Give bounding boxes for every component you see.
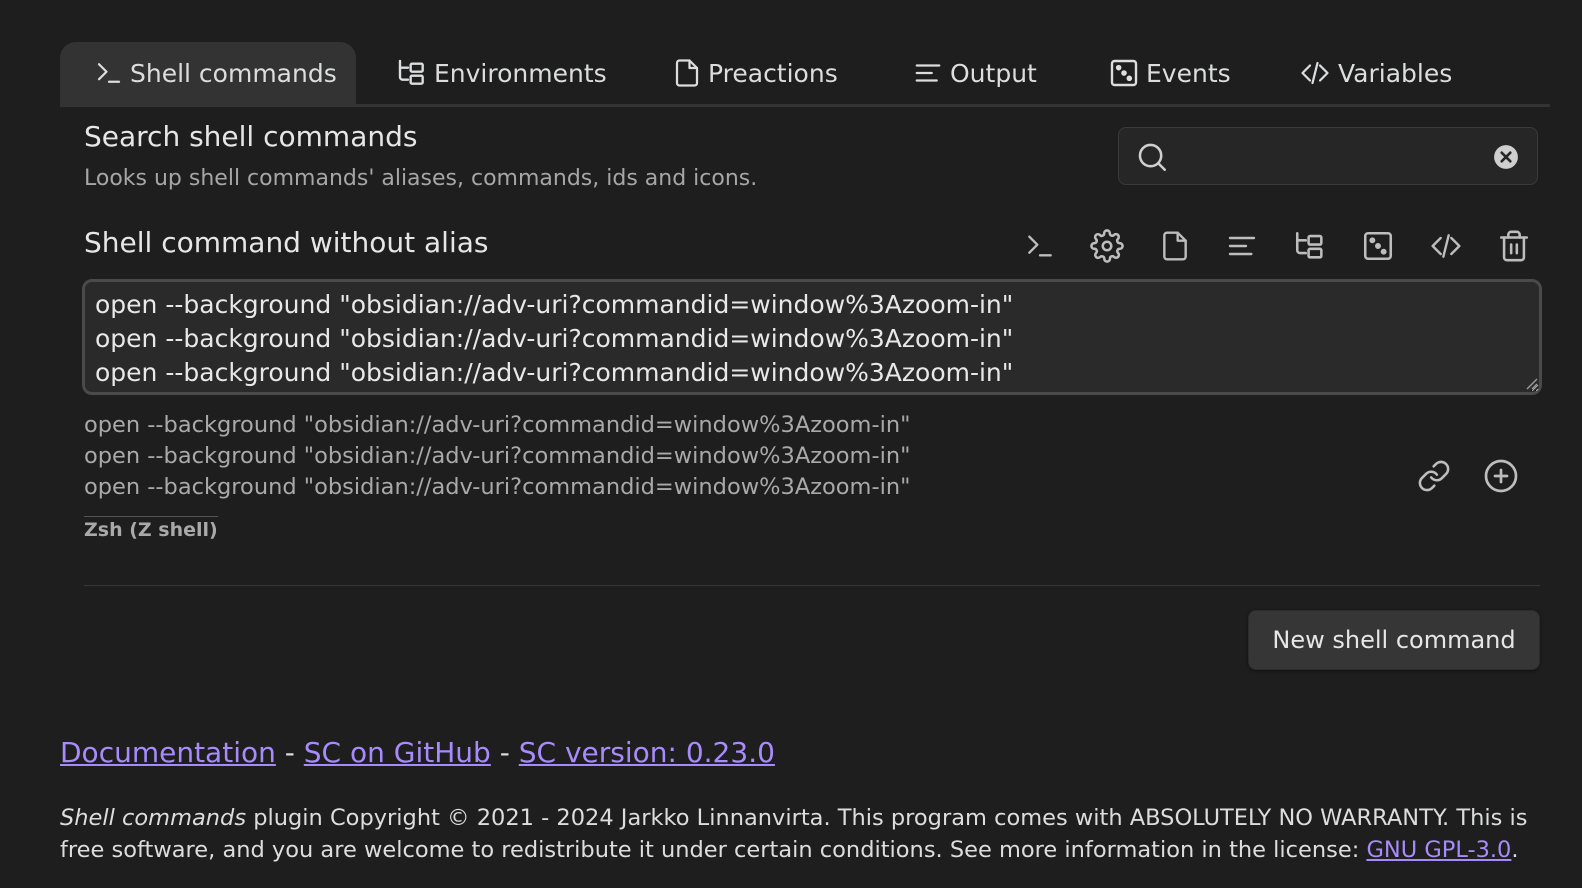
tab-shell-commands[interactable]: Shell commands [60,42,356,104]
shell-name-label: Zsh (Z shell) [84,516,218,541]
file-icon [672,57,702,89]
shell-command-textarea[interactable]: open --background "obsidian://adv-uri?co… [82,279,1542,395]
footer-links: Documentation - SC on GitHub - SC versio… [60,736,775,769]
command-toolbar [0,226,1582,266]
clear-search-icon[interactable] [1493,144,1519,170]
command-preview-line: open --background "obsidian://adv-uri?co… [84,412,911,438]
divider [84,585,1540,586]
tab-label: Shell commands [130,58,337,88]
terminal-icon[interactable] [1020,226,1060,266]
link-icon[interactable] [1414,456,1454,496]
dice-icon [1108,57,1140,89]
link-separator: - [499,736,510,769]
license-link[interactable]: GNU GPL-3.0 [1366,837,1511,863]
search-input[interactable] [1179,138,1483,176]
plus-circle-icon[interactable] [1481,456,1521,496]
tab-environments[interactable]: Environments [356,42,632,104]
folder-tree-icon[interactable] [1290,226,1330,266]
plugin-name: Shell commands [60,805,247,831]
tab-events[interactable]: Events [1068,42,1258,104]
search-setting-title: Search shell commands [84,120,418,153]
documentation-link[interactable]: Documentation [60,736,276,769]
tab-output[interactable]: Output [872,42,1068,104]
tab-label: Preactions [708,58,838,88]
align-left-icon[interactable] [1222,226,1262,266]
resize-grip-icon[interactable] [1526,378,1538,390]
footer-end: . [1511,837,1519,863]
copyright-text: plugin Copyright © 2021 - 2024 Jarkko Li… [60,805,1528,863]
command-preview-line: open --background "obsidian://adv-uri?co… [84,474,911,500]
tab-label: Environments [434,58,607,88]
tab-bar: Shell commands Environments Preactions O… [60,42,1550,107]
copyright-notice: Shell commands plugin Copyright © 2021 -… [60,802,1570,866]
dice-icon[interactable] [1358,226,1398,266]
search-setting-description: Looks up shell commands' aliases, comman… [84,166,758,191]
tab-preactions[interactable]: Preactions [632,42,872,104]
version-link[interactable]: SC version: 0.23.0 [519,736,775,769]
new-shell-command-button[interactable]: New shell command [1248,610,1540,670]
tab-label: Events [1146,58,1231,88]
gear-icon[interactable] [1087,226,1127,266]
file-icon[interactable] [1155,226,1195,266]
link-separator: - [284,736,295,769]
trash-icon[interactable] [1494,226,1534,266]
command-preview-line: open --background "obsidian://adv-uri?co… [84,443,911,469]
terminal-icon [94,58,124,88]
github-link[interactable]: SC on GitHub [304,736,491,769]
folder-tree-icon [396,57,428,89]
code-icon [1298,58,1332,88]
tab-label: Output [950,58,1037,88]
search-box [1118,127,1538,185]
tab-label: Variables [1338,58,1453,88]
align-left-icon [912,58,944,88]
code-icon[interactable] [1426,226,1466,266]
tab-variables[interactable]: Variables [1258,42,1452,104]
